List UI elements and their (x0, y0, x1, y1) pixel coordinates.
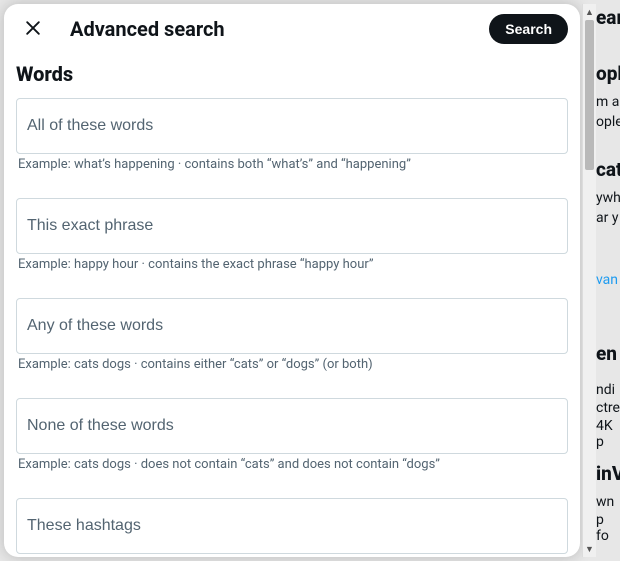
bg-text-fragment: 4K p (596, 418, 620, 450)
modal-body[interactable]: Words Example: what’s happening · contai… (4, 54, 580, 557)
viewport: ear opl m a ople cat ywh ar y van en ndi… (0, 0, 620, 561)
scroll-up-arrow-icon[interactable]: ▲ (583, 4, 596, 20)
exact-phrase-hint: Example: happy hour · contains the exact… (16, 254, 568, 292)
advanced-search-modal: Advanced search Search Words Example: wh… (4, 4, 580, 557)
field-hashtags (16, 498, 568, 554)
search-button[interactable]: Search (489, 14, 568, 44)
scroll-thumb[interactable] (585, 20, 594, 170)
bg-text-fragment: ar y (596, 210, 618, 226)
field-any-words: Example: cats dogs · contains either “ca… (16, 298, 568, 392)
bg-heading-fragment: inV (596, 462, 620, 485)
all-words-hint: Example: what’s happening · contains bot… (16, 154, 568, 192)
bg-text-fragment: p fo (596, 512, 620, 544)
scroll-track[interactable] (583, 20, 596, 541)
bg-text-fragment: wn (596, 494, 614, 510)
field-none-words: Example: cats dogs · does not contain “c… (16, 398, 568, 492)
field-exact-phrase: Example: happy hour · contains the exact… (16, 198, 568, 292)
modal-title: Advanced search (70, 17, 469, 41)
close-icon (23, 18, 43, 41)
field-all-words: Example: what’s happening · contains bot… (16, 98, 568, 192)
bg-heading-fragment: en (596, 342, 617, 365)
bg-text-fragment: ctre (596, 400, 620, 416)
close-button[interactable] (16, 12, 50, 46)
none-words-hint: Example: cats dogs · does not contain “c… (16, 454, 568, 492)
bg-link-fragment[interactable]: van (596, 272, 618, 288)
bg-text-fragment: ywh (596, 190, 620, 206)
bg-heading-fragment: opl (596, 62, 620, 85)
all-words-input[interactable] (16, 98, 568, 154)
any-words-hint: Example: cats dogs · contains either “ca… (16, 354, 568, 392)
bg-text-fragment: ople (596, 114, 620, 130)
none-words-input[interactable] (16, 398, 568, 454)
bg-heading-fragment: ear (596, 6, 620, 29)
bg-heading-fragment: cat (596, 158, 620, 181)
modal-header: Advanced search Search (4, 4, 580, 54)
bg-text-fragment: ndi (596, 382, 615, 398)
hashtags-input[interactable] (16, 498, 568, 554)
scroll-down-arrow-icon[interactable]: ▼ (583, 541, 596, 557)
bg-text-fragment: m a (596, 94, 619, 110)
exact-phrase-input[interactable] (16, 198, 568, 254)
section-heading-words: Words (16, 54, 568, 98)
any-words-input[interactable] (16, 298, 568, 354)
scrollbar[interactable]: ▲ ▼ (582, 4, 596, 557)
